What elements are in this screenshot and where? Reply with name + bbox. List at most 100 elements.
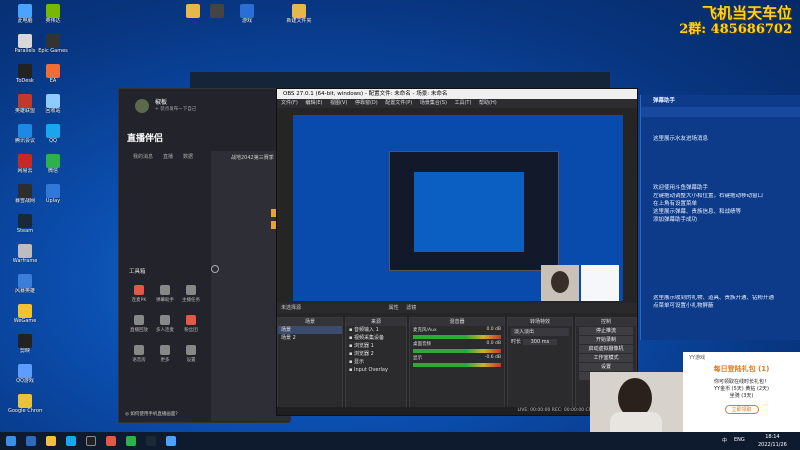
tool-item[interactable]: 弹幕助手 bbox=[153, 285, 177, 303]
source-item[interactable]: ▪ 浏览器 1 bbox=[346, 342, 406, 350]
desktop-icon[interactable]: Warframe bbox=[8, 244, 42, 270]
app-icon bbox=[46, 4, 60, 18]
source-item[interactable]: ▪ 音频输入 1 bbox=[346, 326, 406, 334]
properties-button[interactable]: 属性 bbox=[389, 305, 399, 311]
barrage-helper-panel[interactable]: 弹幕助手 这里展示水友进场消息 欢迎使用斗鱼弹幕助手 左键拖动调整大小和位置，右… bbox=[640, 95, 800, 340]
banner-text: 飞机当天车位 2群: 485686702 bbox=[679, 5, 792, 38]
game-tab[interactable]: 战地2042第三赛季 bbox=[231, 154, 274, 161]
yy-notification[interactable]: YY游戏 每日登陆礼包 (1) 你可领取在线时长礼包！ YY金币 (5天) 黄钻… bbox=[683, 352, 800, 432]
control-button[interactable]: 工作室模式 bbox=[579, 354, 633, 362]
control-button[interactable]: 停止推流 bbox=[579, 327, 633, 335]
source-item[interactable]: ▪ 显示 bbox=[346, 358, 406, 366]
desktop-icon[interactable]: 回收站 bbox=[36, 94, 70, 120]
app-icon bbox=[18, 244, 32, 258]
desktop-icon-label: 风暴英雄 bbox=[14, 288, 35, 294]
task-view-icon[interactable] bbox=[26, 436, 36, 446]
tool-item[interactable]: 主播任务 bbox=[179, 285, 203, 303]
transition-select[interactable]: 淡入淡出 bbox=[511, 328, 569, 336]
obs-window[interactable]: OBS 27.0.1 (64-bit, windows) - 配置文件: 未命名… bbox=[276, 88, 638, 416]
source-item[interactable]: ▪ 浏览器 2 bbox=[346, 350, 406, 358]
tool-item[interactable]: 语音房 bbox=[127, 345, 151, 363]
desktop-icon[interactable]: WeGame bbox=[8, 304, 42, 330]
explorer-icon[interactable] bbox=[46, 436, 56, 446]
desktop-icon[interactable]: Steam bbox=[8, 214, 42, 240]
tool-label: 弹幕助手 bbox=[156, 298, 174, 303]
start-icon[interactable] bbox=[6, 436, 16, 446]
qq-icon[interactable] bbox=[66, 436, 76, 446]
tool-item[interactable]: 粉丝团 bbox=[179, 315, 203, 333]
tool-item[interactable]: 多人连麦 bbox=[153, 315, 177, 333]
source-item[interactable]: ▪ Input Overlay bbox=[346, 366, 406, 374]
desktop-icon[interactable]: 风暴英雄 bbox=[8, 274, 42, 300]
avatar[interactable] bbox=[135, 99, 149, 113]
volume-meter[interactable] bbox=[413, 363, 501, 367]
tool-item[interactable]: 直播回放 bbox=[127, 315, 151, 333]
tool-item[interactable]: 连麦PK bbox=[127, 285, 151, 303]
tool-item[interactable]: 更多 bbox=[153, 345, 177, 363]
tool-item[interactable]: 设置 bbox=[179, 345, 203, 363]
control-button[interactable]: 开始录制 bbox=[579, 336, 633, 344]
control-button[interactable]: 设置 bbox=[579, 363, 633, 371]
desktop-icon[interactable]: Google Chrome bbox=[8, 394, 42, 420]
mixer-channel[interactable]: 麦克风/Aux 0.0 dB bbox=[410, 326, 504, 340]
desktop-icon[interactable]: Epic Games bbox=[36, 34, 70, 60]
browser-icon[interactable] bbox=[166, 436, 176, 446]
obs-menu-item[interactable]: 停靠窗(D) bbox=[355, 100, 385, 106]
volume-meter[interactable] bbox=[413, 349, 501, 353]
tab-live[interactable]: 直播 bbox=[163, 153, 173, 161]
desktop-shortcut[interactable]: 游戏 bbox=[230, 4, 264, 30]
volume-meter[interactable] bbox=[413, 335, 501, 339]
obs-menu-bar[interactable]: 文件(F) 编辑(E) 视图(V) 停靠窗(D) 配置文件(P) 场景集合(S)… bbox=[277, 99, 637, 108]
desktop-shortcut[interactable]: 新建文件夹 bbox=[282, 4, 316, 30]
companion-icon[interactable] bbox=[106, 436, 116, 446]
obs-menu-item[interactable]: 编辑(E) bbox=[305, 100, 330, 106]
duration-input[interactable]: 300 ms bbox=[522, 339, 558, 345]
obs-menu-item[interactable]: 视图(V) bbox=[330, 100, 355, 106]
desktop-icon[interactable]: QQ bbox=[36, 124, 70, 150]
desktop-icon[interactable]: 微信 bbox=[36, 154, 70, 180]
desktop-icon[interactable]: QQ游戏 bbox=[8, 364, 42, 390]
language-indicator[interactable]: ENG bbox=[734, 437, 745, 443]
transitions-dock[interactable]: 转场特效 淡入淡出 时长 300 ms bbox=[507, 317, 573, 411]
app-icon bbox=[18, 34, 32, 48]
mixer-channel[interactable]: 桌面音频 0.0 dB bbox=[410, 340, 504, 354]
source-item[interactable]: ▪ 视频采集设备 bbox=[346, 334, 406, 342]
obs-menu-item[interactable]: 配置文件(P) bbox=[385, 100, 420, 106]
scene-item[interactable]: 场景 2 bbox=[278, 334, 342, 342]
ime-indicator[interactable]: 中 bbox=[722, 437, 727, 444]
desktop-icon-label: Steam bbox=[16, 228, 34, 234]
obs-menu-item[interactable]: 文件(F) bbox=[281, 100, 305, 106]
desktop: 此电脑 Parallels ToDesk 英雄联盟 腾讯会议 网易云 暴雪战网 Steam Wa… bbox=[0, 0, 800, 432]
mobile-help-link[interactable]: ◎ 如何使用手机直播画面? bbox=[125, 411, 178, 417]
desktop-icon[interactable]: 英伟达 bbox=[36, 4, 70, 30]
mixer-dock[interactable]: 混音器 麦克风/Aux 0.0 dB 桌面音频 0.0 dB 显示 -0.6 dB bbox=[409, 317, 505, 411]
obs-menu-item[interactable]: 工具(T) bbox=[454, 100, 479, 106]
control-button[interactable]: 启动虚拟摄像机 bbox=[579, 345, 633, 353]
mixer-channel[interactable]: 显示 -0.6 dB bbox=[410, 354, 504, 368]
desktop-icon[interactable]: 剪映 bbox=[8, 334, 42, 360]
sources-dock[interactable]: 来源 ▪ 音频输入 1 ▪ 视频采集设备 ▪ 浏览器 1 ▪ 浏览器 2 ▪ 显示 ▪ I… bbox=[345, 317, 407, 411]
webcam-overlay bbox=[541, 265, 579, 301]
clock[interactable]: 18:14 2022/11/26 bbox=[758, 433, 787, 449]
tab-messages[interactable]: 我的消息 bbox=[133, 153, 153, 161]
panel-line: 在上角有设置菜单 bbox=[653, 201, 698, 207]
scene-item[interactable]: 场景 bbox=[278, 326, 342, 334]
steam-icon[interactable] bbox=[146, 436, 156, 446]
claim-button[interactable]: 立即领取 bbox=[724, 405, 759, 414]
scenes-dock[interactable]: 场景 场景 场景 2 bbox=[277, 317, 343, 411]
wechat-icon[interactable] bbox=[126, 436, 136, 446]
obs-preview-canvas[interactable] bbox=[293, 115, 623, 301]
user-name: 椒板 bbox=[155, 99, 168, 106]
refresh-icon[interactable] bbox=[211, 265, 219, 273]
app-icon bbox=[46, 64, 60, 78]
fans-icon bbox=[186, 315, 196, 325]
obs-menu-item[interactable]: 场景集合(S) bbox=[420, 100, 455, 106]
filters-button[interactable]: 滤镜 bbox=[406, 305, 416, 311]
desktop-icon[interactable]: EA bbox=[36, 64, 70, 90]
obs-icon[interactable] bbox=[86, 436, 96, 446]
desktop-icon[interactable]: Uplay bbox=[36, 184, 70, 210]
streamer-companion-window[interactable]: 椒板 + 装点发布一下自己 直播伴侣 我的消息 直播 数据 战地2042第三赛季… bbox=[118, 88, 291, 423]
obs-menu-item[interactable]: 帮助(H) bbox=[479, 100, 497, 106]
tab-data[interactable]: 数据 bbox=[183, 153, 193, 161]
desktop-shortcut[interactable] bbox=[200, 4, 234, 30]
